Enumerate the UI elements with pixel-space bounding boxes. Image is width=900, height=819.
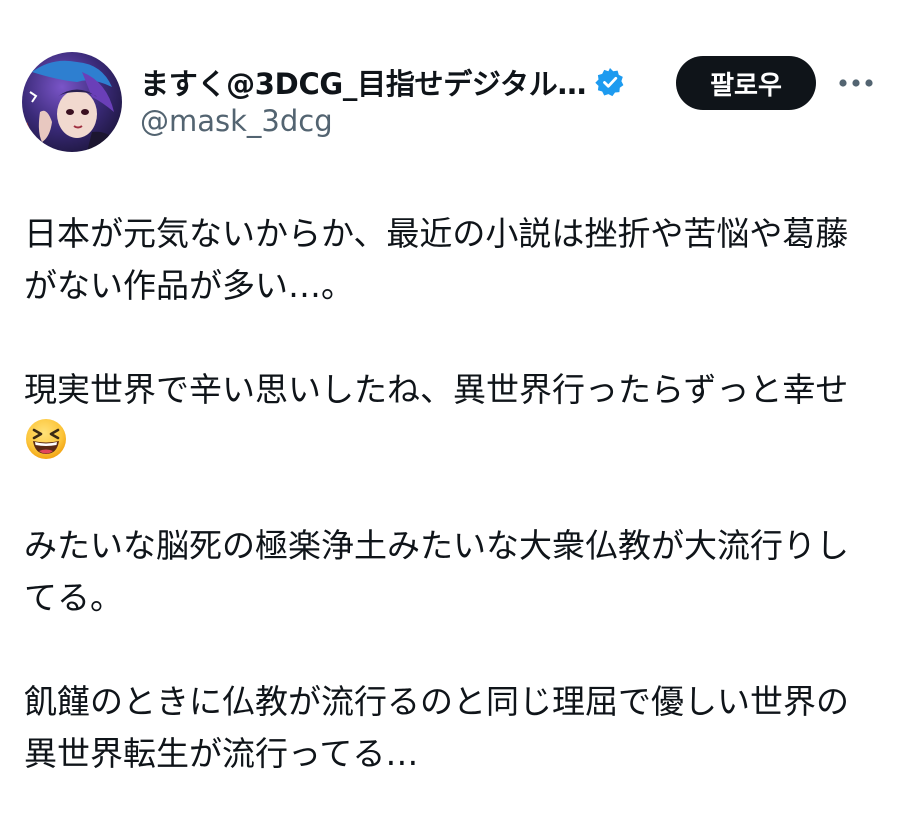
display-name-row[interactable]: ますく@3DCG_目指せデジタル… bbox=[140, 62, 626, 102]
grinning-squinting-face-emoji bbox=[24, 417, 68, 461]
tweet-line: 日本が元気ないからか、最近の小説は挫折や苦悩や葛藤 bbox=[24, 214, 849, 253]
tweet-paragraph: 飢饉のときに仏教が流行るのと同じ理屈で優しい世界の 異世界転生が流行ってる… bbox=[24, 676, 876, 780]
user-handle[interactable]: @mask_3dcg bbox=[140, 104, 333, 138]
tweet-line: 異世界転生が流行ってる… bbox=[24, 734, 419, 773]
tweet-paragraph: 現実世界で辛い思いしたね、異世界行ったらずっと幸せ bbox=[24, 364, 876, 468]
tweet-line-emoji bbox=[24, 416, 876, 468]
tweet-line: てる。 bbox=[24, 578, 123, 617]
avatar[interactable] bbox=[22, 52, 122, 152]
tweet-text: 日本が元気ないからか、最近の小説は挫折や苦悩や葛藤 がない作品が多い…。 現実世… bbox=[24, 208, 876, 780]
tweet-line: 現実世界で辛い思いしたね、異世界行ったらずっと幸せ bbox=[24, 370, 849, 409]
tweet-paragraph: みたいな脳死の極楽浄土みたいな大衆仏教が大流行りし てる。 bbox=[24, 520, 876, 624]
follow-button[interactable]: 팔로우 bbox=[676, 56, 816, 110]
avatar-image bbox=[22, 52, 122, 152]
tweet-header: ますく@3DCG_目指せデジタル… @mask_3dcg 팔로우 bbox=[0, 0, 900, 170]
tweet-line: がない作品が多い…。 bbox=[24, 266, 354, 305]
display-name[interactable]: ますく@3DCG_目指せデジタル… bbox=[140, 61, 586, 103]
tweet-paragraph: 日本が元気ないからか、最近の小説は挫折や苦悩や葛藤 がない作品が多い…。 bbox=[24, 208, 876, 312]
more-horizontal-icon[interactable] bbox=[836, 68, 876, 98]
tweet-line: 飢饉のときに仏教が流行るのと同じ理屈で優しい世界の bbox=[24, 682, 849, 721]
verified-badge-icon bbox=[594, 66, 626, 98]
tweet-line: みたいな脳死の極楽浄土みたいな大衆仏教が大流行りし bbox=[24, 526, 849, 565]
